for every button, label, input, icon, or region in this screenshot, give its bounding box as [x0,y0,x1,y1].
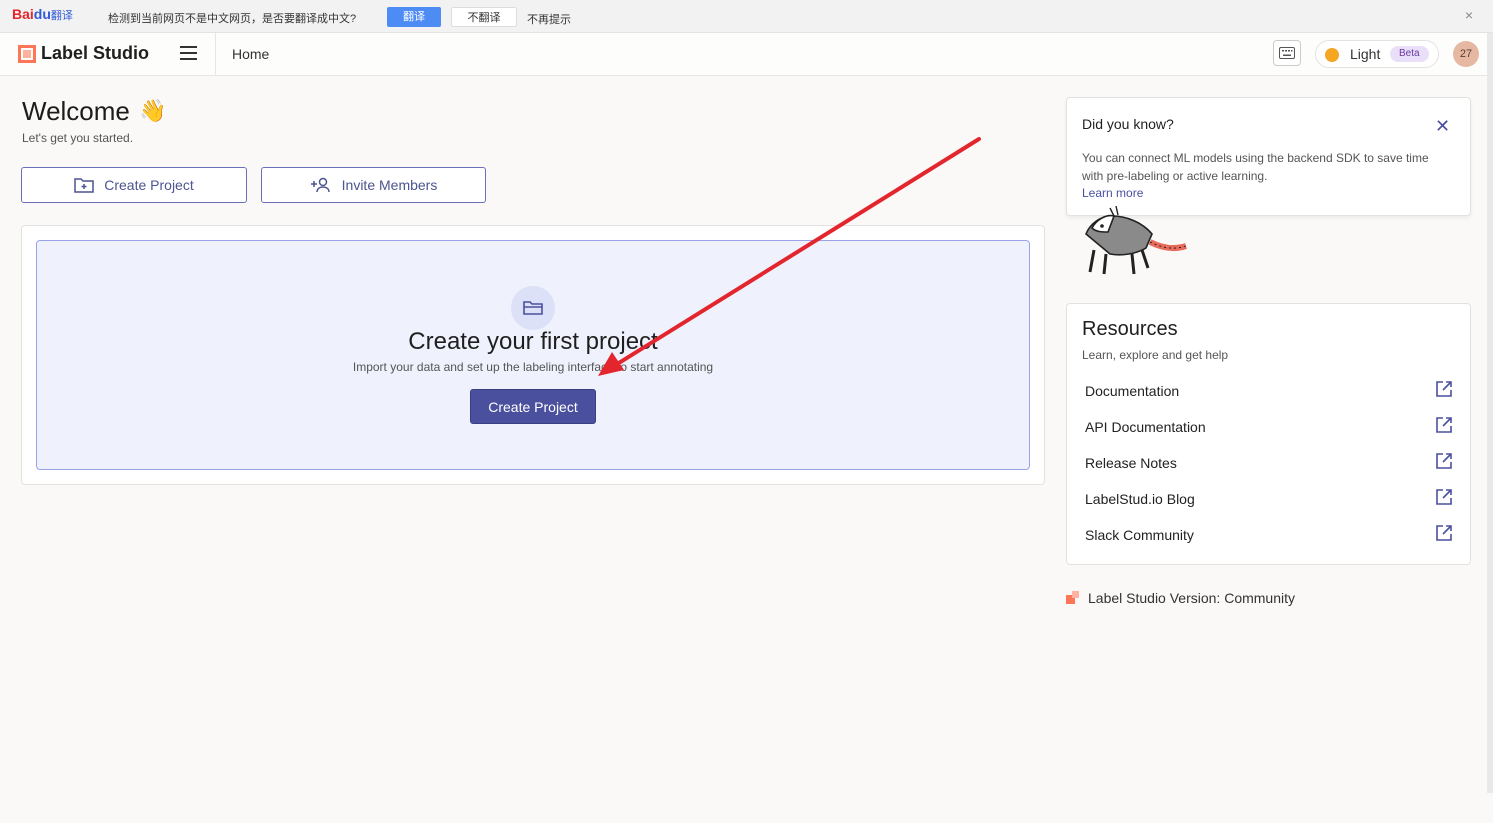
opossum-mascot-icon [1085,206,1187,275]
empty-state-subtitle: Import your data and set up the labeling… [352,360,714,374]
external-link-icon [1436,453,1452,469]
close-icon[interactable]: ✕ [1435,116,1450,137]
tip-body: You can connect ML models using the back… [1082,151,1429,183]
folder-icon [511,286,555,330]
breadcrumb: Home [232,46,270,62]
tip-title: Did you know? [1082,116,1174,132]
did-you-know-card: Did you know? ✕ You can connect ML model… [1066,97,1471,216]
waving-hand-icon: 👋 [139,98,167,123]
external-link-icon [1436,525,1452,541]
beta-badge: Beta [1390,46,1429,62]
sun-icon [1325,48,1339,62]
page-subtitle: Let's get you started. [22,131,134,145]
menu-icon[interactable] [180,46,197,64]
scrollbar[interactable] [1487,33,1493,793]
no-translate-button[interactable]: 不翻译 [451,7,517,27]
keyboard-shortcuts-button[interactable] [1273,40,1301,66]
avatar[interactable]: 27 [1453,41,1479,67]
invite-members-button[interactable]: Invite Members [261,167,486,203]
version-text: Label Studio Version: Community [1088,590,1295,606]
create-project-button[interactable]: Create Project [21,167,247,203]
create-project-label: Create Project [104,177,194,193]
translate-bar: Baidu翻译 检测到当前网页不是中文网页，是否要翻译成中文? 翻译 不翻译 不… [0,0,1493,33]
resource-link-documentation[interactable]: Documentation [1085,380,1453,404]
empty-state-title: Create your first project [408,328,658,355]
version-info: Label Studio Version: Community [1066,590,1295,606]
brand-logo[interactable]: Label Studio [18,43,149,64]
external-link-icon [1436,381,1452,397]
brand-name: Label Studio [41,43,149,63]
resources-card: Resources Learn, explore and get help Do… [1066,303,1471,565]
header-divider [215,33,216,75]
app-header: Label Studio Home Light Beta 27 [0,33,1488,76]
resource-label: LabelStud.io Blog [1085,491,1195,507]
resource-label: Slack Community [1085,527,1194,543]
label-studio-logo-icon [18,44,36,63]
resource-label: Release Notes [1085,455,1177,471]
baidu-logo: Baidu翻译 [12,6,73,22]
keyboard-icon [1279,47,1295,59]
resource-link-slack-community[interactable]: Slack Community [1085,524,1453,548]
theme-toggle[interactable]: Light Beta [1315,40,1439,68]
label-studio-mark-icon [1066,591,1080,605]
resources-title: Resources [1082,318,1178,340]
theme-label: Light [1350,46,1381,62]
invite-members-label: Invite Members [341,177,438,193]
external-link-icon [1436,489,1452,505]
folder-plus-icon [74,178,94,193]
empty-state-create-project-button[interactable]: Create Project [470,389,596,424]
close-icon[interactable]: × [1465,7,1473,23]
resources-subtitle: Learn, explore and get help [1082,348,1229,362]
add-user-icon [310,177,330,193]
resource-link-blog[interactable]: LabelStud.io Blog [1085,488,1453,512]
learn-more-link[interactable]: Learn more [1082,186,1143,200]
no-more-prompt-link[interactable]: 不再提示 [527,11,571,27]
translate-button[interactable]: 翻译 [387,7,441,27]
page-title: Welcome [22,96,130,126]
external-link-icon [1436,417,1452,433]
translate-message: 检测到当前网页不是中文网页，是否要翻译成中文? [108,13,357,25]
resource-label: API Documentation [1085,419,1206,435]
resource-link-api-documentation[interactable]: API Documentation [1085,416,1453,440]
resource-label: Documentation [1085,383,1180,399]
resource-link-release-notes[interactable]: Release Notes [1085,452,1453,476]
